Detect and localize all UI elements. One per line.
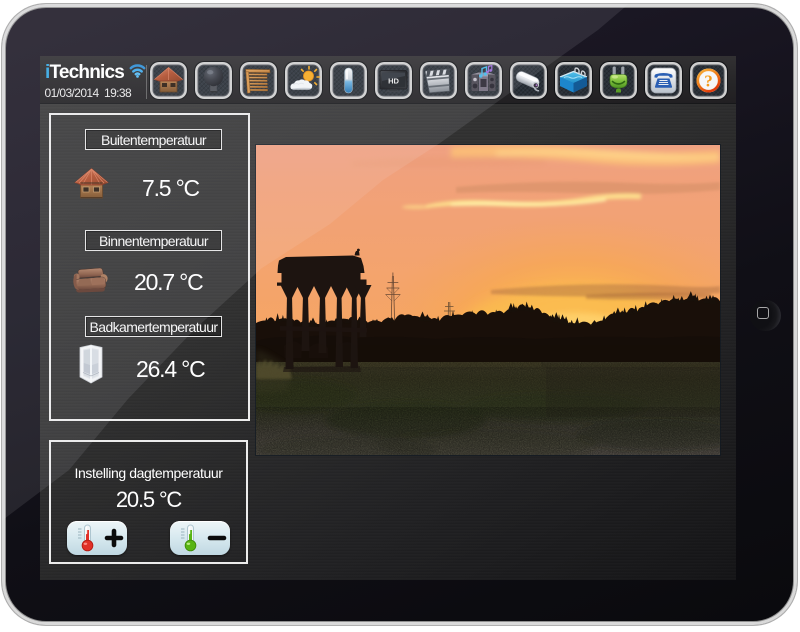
svg-text:?: ?	[704, 72, 713, 91]
svg-text:HD: HD	[388, 77, 399, 86]
